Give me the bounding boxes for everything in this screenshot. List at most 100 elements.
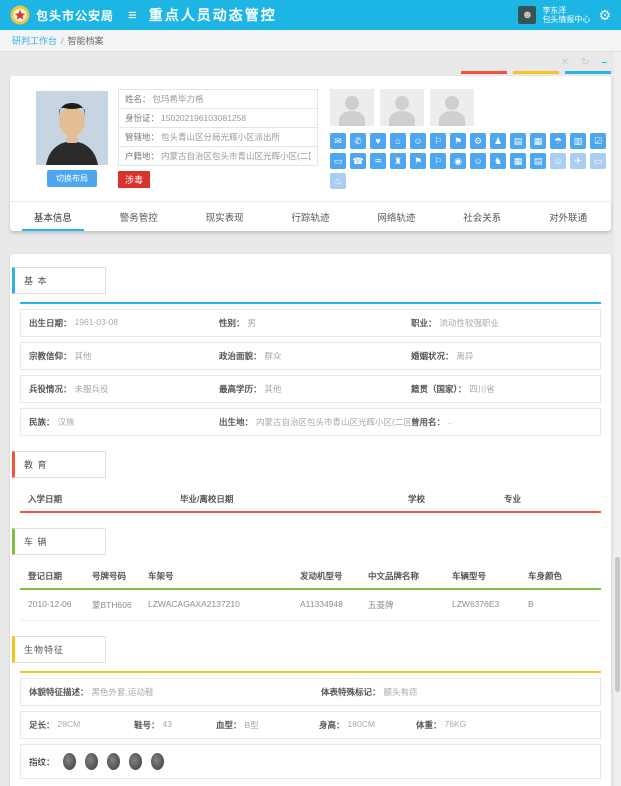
ethnicity-value: 汉族 [58, 416, 75, 428]
keyboard-icon[interactable]: ▦ [510, 153, 526, 169]
height-label: 身高： [319, 719, 345, 731]
breadcrumb-parent-link[interactable]: 研判工作台 [12, 34, 57, 47]
tab-reality-performance[interactable]: 现实表现 [182, 202, 268, 231]
tab-network-track[interactable]: 网络轨迹 [353, 202, 439, 231]
appearance-value: 黑色外套,运动鞋 [92, 686, 154, 698]
foot-length-value: 28CM [58, 719, 81, 731]
refresh-icon[interactable]: ↻ [581, 58, 589, 68]
tab-police-control[interactable]: 警务管控 [96, 202, 182, 231]
icon-row-2: ▭☎♒♜⚑⚐◉☺♞▦▤☺✈▭ [330, 153, 606, 169]
fingerprint-thumbnail[interactable] [107, 753, 120, 770]
icon-row-3: ♨ [330, 173, 606, 189]
page-title: 重点人员动态管控 [149, 5, 277, 25]
gender-label: 性别： [219, 317, 245, 329]
user-avatar[interactable]: ☻ [518, 6, 536, 24]
tab-external-contact[interactable]: 对外联通 [525, 202, 611, 231]
cup-icon[interactable]: ♨ [330, 173, 346, 189]
org-name: 包头市公安局 [36, 7, 114, 24]
bus-icon[interactable]: ▭ [590, 153, 606, 169]
home-icon[interactable]: ⌂ [390, 133, 406, 149]
truck2-icon[interactable]: ▤ [530, 153, 546, 169]
vehicle-reg-date: 2010-12-06 [28, 599, 92, 611]
chat-icon[interactable]: ✉ [330, 133, 346, 149]
user-info[interactable]: 李东泽 包头情报中心 [542, 6, 590, 24]
screen: 包头市公安局 ≡ 重点人员动态管控 ☻ 李东泽 包头情报中心 ⚙ 研判工作台 /… [0, 0, 621, 786]
name-label: 姓名： [125, 93, 151, 105]
yellow-tab-bar[interactable] [513, 71, 559, 74]
collapse-icon[interactable]: – [601, 58, 607, 68]
education-level-label: 最高学历： [219, 383, 262, 395]
phone-call-icon[interactable]: ☎ [350, 153, 366, 169]
special-marks-value: 额头有痣 [384, 686, 418, 698]
heart-icon[interactable]: ♥ [370, 133, 386, 149]
col-color: 车身颜色 [528, 570, 593, 582]
id-number-field: 身份证： 150202196103081258 [118, 109, 318, 128]
car-alert-icon[interactable]: ♞ [490, 153, 506, 169]
fingerprint-thumbnail[interactable] [129, 753, 142, 770]
document-icon[interactable]: ▤ [510, 133, 526, 149]
person-photo[interactable] [36, 91, 108, 165]
military-service-label: 兵役情况： [29, 383, 72, 395]
expand-icon[interactable]: ✕ [561, 58, 569, 68]
ethnicity-label: 民族： [29, 416, 55, 428]
check-square-icon[interactable]: ☑ [590, 133, 606, 149]
person-light-icon[interactable]: ☺ [550, 153, 566, 169]
linked-photos [330, 89, 606, 126]
vehicle-table-row[interactable]: 2010-12-06 蒙BTH606 LZWACAGAXA2137210 A11… [20, 590, 601, 621]
group-icon[interactable]: ☺ [410, 133, 426, 149]
tab-social-relations[interactable]: 社会关系 [439, 202, 525, 231]
fingerprint-thumbnail[interactable] [151, 753, 164, 770]
military-service-value: 未服兵役 [75, 383, 109, 395]
plane-icon[interactable]: ✈ [570, 153, 586, 169]
fingerprint-list [63, 753, 164, 770]
col-graduate-date: 毕业/离校日期 [180, 493, 408, 505]
political-status-label: 政治面貌： [219, 350, 262, 362]
hamburger-menu-icon[interactable]: ≡ [128, 7, 137, 24]
car-side-icon[interactable]: ⚐ [430, 133, 446, 149]
person2-icon[interactable]: ☺ [470, 153, 486, 169]
switch-layout-button[interactable]: 切换布局 [47, 170, 97, 187]
fingerprint-thumbnail[interactable] [63, 753, 76, 770]
linked-photo-placeholder[interactable] [380, 89, 424, 126]
jurisdiction-value: 包头青山区分局光辉小区派出所 [161, 131, 280, 143]
settings-gear-icon[interactable]: ⚙ [598, 7, 611, 24]
detail-card: 基 本 出生日期：1961-03-08 性别：男 职业：流动性较强职业 宗教信仰… [10, 254, 611, 786]
jurisdiction-field: 管辖地： 包头青山区分局光辉小区派出所 [118, 128, 318, 147]
biometric-row-1: 体貌特征描述：黑色外套,运动鞋 体表特殊标记：额头有痣 [20, 678, 601, 706]
truck-icon[interactable]: ⚑ [410, 153, 426, 169]
tab-movement-track[interactable]: 行踪轨迹 [268, 202, 354, 231]
image-icon[interactable]: ▦ [530, 133, 546, 149]
id-card-icon[interactable]: ▭ [330, 153, 346, 169]
weight-label: 体重： [416, 719, 442, 731]
phone-icon[interactable]: ✆ [350, 133, 366, 149]
police-car-icon[interactable]: ♜ [390, 153, 406, 169]
col-model: 车辆型号 [452, 570, 528, 582]
profile-fields: 姓名： 包玛希毕力格 身份证： 150202196103081258 管辖地： … [118, 89, 318, 193]
shoe-size-value: 43 [163, 719, 172, 731]
blue-tab-bar[interactable] [565, 71, 611, 74]
disc-icon[interactable]: ◉ [450, 153, 466, 169]
section-education-body: 入学日期 毕业/离校日期 学校 专业 [20, 486, 601, 513]
vertical-scrollbar[interactable] [614, 52, 621, 786]
tab-basic-info[interactable]: 基本信息 [10, 202, 96, 231]
graduation-icon[interactable]: ⚑ [450, 133, 466, 149]
section-vehicle-body: 登记日期 号牌号码 车架号 发动机型号 中文品牌名称 车辆型号 车身颜色 201… [20, 563, 601, 621]
section-education-title: 教 育 [12, 451, 106, 478]
signal-icon[interactable]: ♒ [370, 153, 386, 169]
car-icon[interactable]: ⚐ [430, 153, 446, 169]
user-name: 李东泽 [542, 6, 590, 15]
section-basic-body: 出生日期：1961-03-08 性别：男 职业：流动性较强职业 宗教信仰：其他 … [20, 302, 601, 436]
linked-photo-placeholder[interactable] [330, 89, 374, 126]
bank-icon[interactable]: ▥ [570, 133, 586, 149]
col-brand: 中文品牌名称 [368, 570, 452, 582]
former-name-label: 曾用名： [411, 416, 445, 428]
basic-row: 宗教信仰：其他 政治面貌：群众 婚姻状况：离异 [20, 342, 601, 370]
person-icon[interactable]: ♟ [490, 133, 506, 149]
wifi-icon[interactable]: ☂ [550, 133, 566, 149]
linked-photo-placeholder[interactable] [430, 89, 474, 126]
car-front-icon[interactable]: ⚙ [470, 133, 486, 149]
scrollbar-thumb[interactable] [615, 557, 620, 692]
fingerprint-thumbnail[interactable] [85, 753, 98, 770]
red-tab-bar[interactable] [461, 71, 507, 74]
blood-type-label: 血型： [216, 719, 242, 731]
